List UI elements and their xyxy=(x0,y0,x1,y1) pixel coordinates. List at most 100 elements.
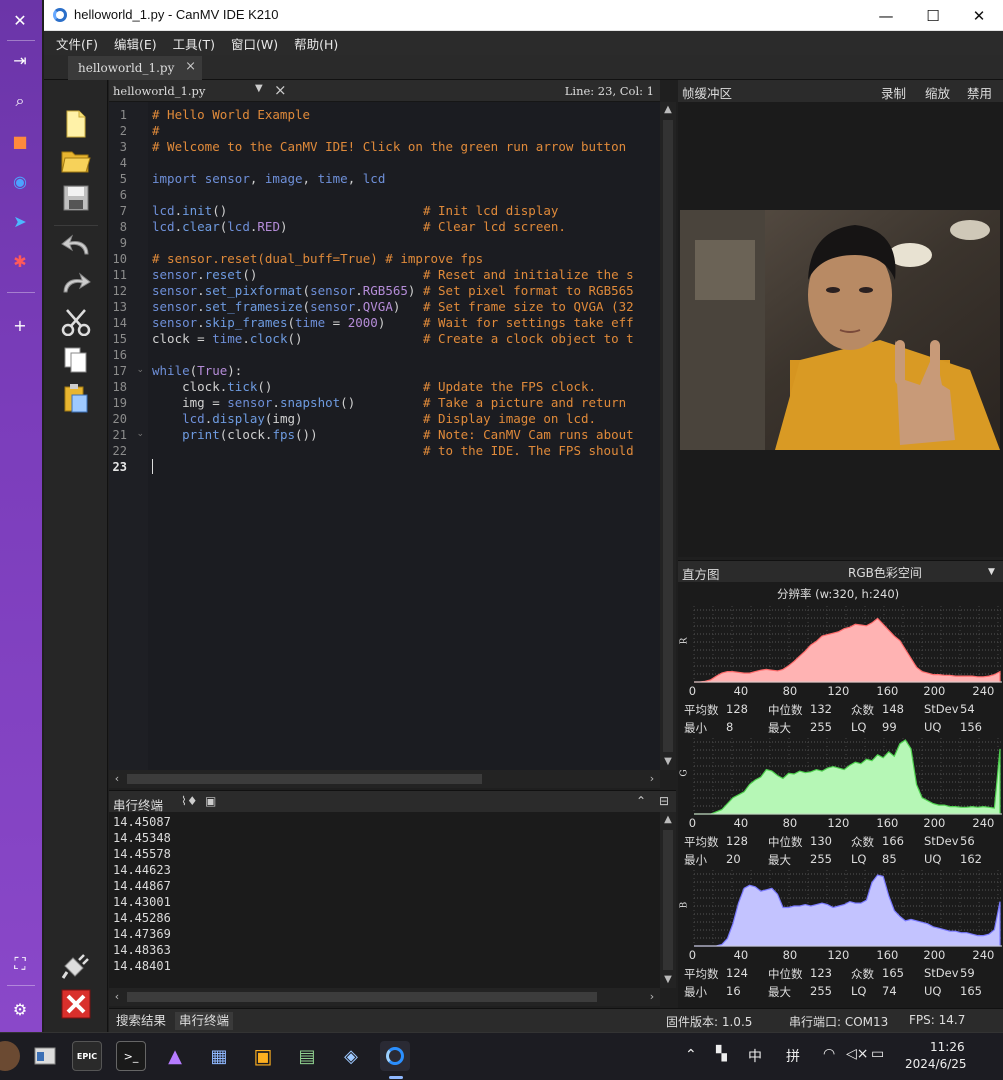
redo-button[interactable] xyxy=(60,268,92,300)
send-icon[interactable]: ➤ xyxy=(9,210,31,232)
image-app-icon[interactable]: ▤ xyxy=(292,1041,322,1071)
new-file-button[interactable] xyxy=(60,108,92,140)
code-line: sensor.set_pixformat(sensor.RGB565) # Se… xyxy=(152,283,634,298)
battery-icon[interactable]: ▭ xyxy=(871,1046,884,1062)
save-button[interactable] xyxy=(60,182,92,214)
toolbox-icon[interactable]: ■ xyxy=(9,130,31,152)
scroll-down-icon[interactable]: ▼ xyxy=(660,754,676,770)
chevron-down-icon[interactable]: ▼ xyxy=(255,83,263,94)
epic-games-icon[interactable]: EPIC xyxy=(72,1041,102,1071)
minimize-button[interactable]: — xyxy=(863,0,909,31)
code-editor[interactable]: # Hello World Example # # Welcome to the C… xyxy=(148,102,660,770)
maximize-button[interactable]: ☐ xyxy=(910,0,956,31)
clock-date[interactable]: 2024/6/25 xyxy=(905,1057,967,1071)
close-button[interactable]: ✕ xyxy=(956,0,1002,31)
record-button[interactable]: 录制 xyxy=(881,83,906,102)
taskbar: EPIC >_ ▲ ▦ ▣ ▤ ◈ ⌃ ▚ 中 拼 ◠ ◁× ▭ 11:26 2… xyxy=(0,1032,1003,1080)
ime-language[interactable]: 中 xyxy=(748,1046,762,1066)
stat-label-uq: UQ xyxy=(924,852,942,866)
zoom-button[interactable]: 缩放 xyxy=(925,83,950,102)
stat-label-min: 最小 xyxy=(684,853,707,867)
run-stop-button[interactable] xyxy=(60,988,92,1020)
add-icon[interactable]: + xyxy=(9,314,31,336)
scroll-thumb[interactable] xyxy=(663,120,673,752)
stat-value-uq: 162 xyxy=(960,852,982,866)
stat-label-stdev: StDev xyxy=(924,834,959,848)
settings-app-icon[interactable]: ◈ xyxy=(336,1041,366,1071)
menu-tools[interactable]: 工具(T) xyxy=(165,34,223,53)
menu-help[interactable]: 帮助(H) xyxy=(286,34,346,53)
paste-button[interactable] xyxy=(60,382,92,414)
taskbar-app-icon[interactable] xyxy=(0,1041,20,1071)
editor-vertical-scrollbar[interactable]: ▲ ▼ xyxy=(660,102,676,770)
fold-marker-icon[interactable]: ⌄ xyxy=(136,429,144,439)
window-app-icon[interactable]: ▣ xyxy=(248,1041,278,1071)
settings-icon[interactable]: ⚙ xyxy=(9,998,31,1020)
scroll-right-icon[interactable]: › xyxy=(644,770,660,788)
open-file-button[interactable] xyxy=(60,144,92,176)
file-manager-icon[interactable] xyxy=(30,1041,60,1071)
stat-label-lq: LQ xyxy=(851,720,867,734)
scroll-thumb[interactable] xyxy=(127,774,482,784)
file-tab[interactable]: helloworld_1.py × xyxy=(68,56,202,80)
menu-window[interactable]: 窗口(W) xyxy=(223,34,286,53)
canmv-taskbar-icon[interactable] xyxy=(380,1041,410,1071)
line-number: 5 xyxy=(119,172,127,186)
disable-button[interactable]: 禁用 xyxy=(967,83,992,102)
scroll-thumb[interactable] xyxy=(127,992,597,1002)
line-number: 23 xyxy=(112,460,127,474)
chevron-down-icon[interactable]: ▼ xyxy=(988,567,995,577)
editor-horizontal-scrollbar[interactable]: ‹ › xyxy=(109,770,660,788)
clock-time[interactable]: 11:26 xyxy=(930,1040,965,1054)
scroll-left-icon[interactable]: ‹ xyxy=(109,988,125,1006)
undo-button[interactable] xyxy=(60,230,92,262)
panel-menu-icon[interactable]: ⊟ xyxy=(659,794,669,808)
copilot-icon[interactable]: ◉ xyxy=(9,170,31,192)
cut-button[interactable] xyxy=(60,306,92,338)
volume-icon[interactable]: ◁× xyxy=(846,1046,869,1062)
wifi-icon[interactable]: ◠ xyxy=(823,1046,835,1062)
line-number: 21 xyxy=(112,428,127,442)
arc-icon[interactable]: ▲ xyxy=(160,1041,190,1071)
close-sidebar-icon[interactable]: ✕ xyxy=(9,9,31,31)
sign-in-icon[interactable]: ⇥ xyxy=(9,49,31,71)
connect-button[interactable] xyxy=(60,950,92,982)
screenshot-icon[interactable]: ⛶ xyxy=(9,953,31,975)
clear-icon[interactable]: ⌇♦ xyxy=(181,794,198,808)
close-tab-icon[interactable]: × xyxy=(185,59,196,74)
scroll-up-icon[interactable]: ▲ xyxy=(660,102,676,118)
network-app-icon[interactable]: ▦ xyxy=(204,1041,234,1071)
ime-mode[interactable]: 拼 xyxy=(786,1046,800,1066)
save-log-icon[interactable]: ▣ xyxy=(205,794,216,808)
show-hidden-icons-icon[interactable]: ⌃ xyxy=(685,1047,697,1063)
terminal-icon[interactable]: >_ xyxy=(116,1041,146,1071)
collapse-icon[interactable]: ⌃ xyxy=(636,794,646,808)
tab-search-results[interactable]: 搜索结果 xyxy=(112,1012,170,1030)
scroll-thumb[interactable] xyxy=(663,830,673,970)
menu-file[interactable]: 文件(F) xyxy=(48,34,106,53)
fold-marker-icon[interactable]: ⌄ xyxy=(136,365,144,375)
line-number: 15 xyxy=(112,332,127,346)
serial-horizontal-scrollbar[interactable]: ‹ › xyxy=(109,988,660,1006)
stat-label-median: 中位数 xyxy=(768,835,803,849)
stat-value-stdev: 59 xyxy=(960,966,975,980)
app-icon[interactable]: ✱ xyxy=(9,250,31,272)
colorspace-select[interactable]: RGB色彩空间 xyxy=(848,564,922,581)
layout-icon[interactable]: ▚ xyxy=(716,1046,727,1062)
scroll-up-icon[interactable]: ▲ xyxy=(660,812,676,828)
scroll-left-icon[interactable]: ‹ xyxy=(109,770,125,788)
close-document-icon[interactable]: × xyxy=(274,81,287,99)
file-select[interactable]: helloworld_1.py xyxy=(113,84,205,98)
serial-vertical-scrollbar[interactable]: ▲ ▼ xyxy=(660,812,676,988)
code-line: clock = time.clock() # Create a clock ob… xyxy=(152,331,634,346)
channel-label: G xyxy=(679,769,690,777)
search-icon[interactable]: ⌕ xyxy=(9,90,31,112)
x-tick-label: 240 xyxy=(972,948,995,962)
file-tab-label: helloworld_1.py xyxy=(78,61,175,75)
scroll-right-icon[interactable]: › xyxy=(644,988,660,1006)
tab-serial-terminal[interactable]: 串行终端 xyxy=(175,1012,234,1030)
scroll-down-icon[interactable]: ▼ xyxy=(660,972,676,988)
copy-button[interactable] xyxy=(60,344,92,376)
menu-edit[interactable]: 编辑(E) xyxy=(106,34,165,53)
serial-output[interactable]: 14.45087 14.45348 14.45578 14.44623 14.44867… xyxy=(109,812,660,988)
